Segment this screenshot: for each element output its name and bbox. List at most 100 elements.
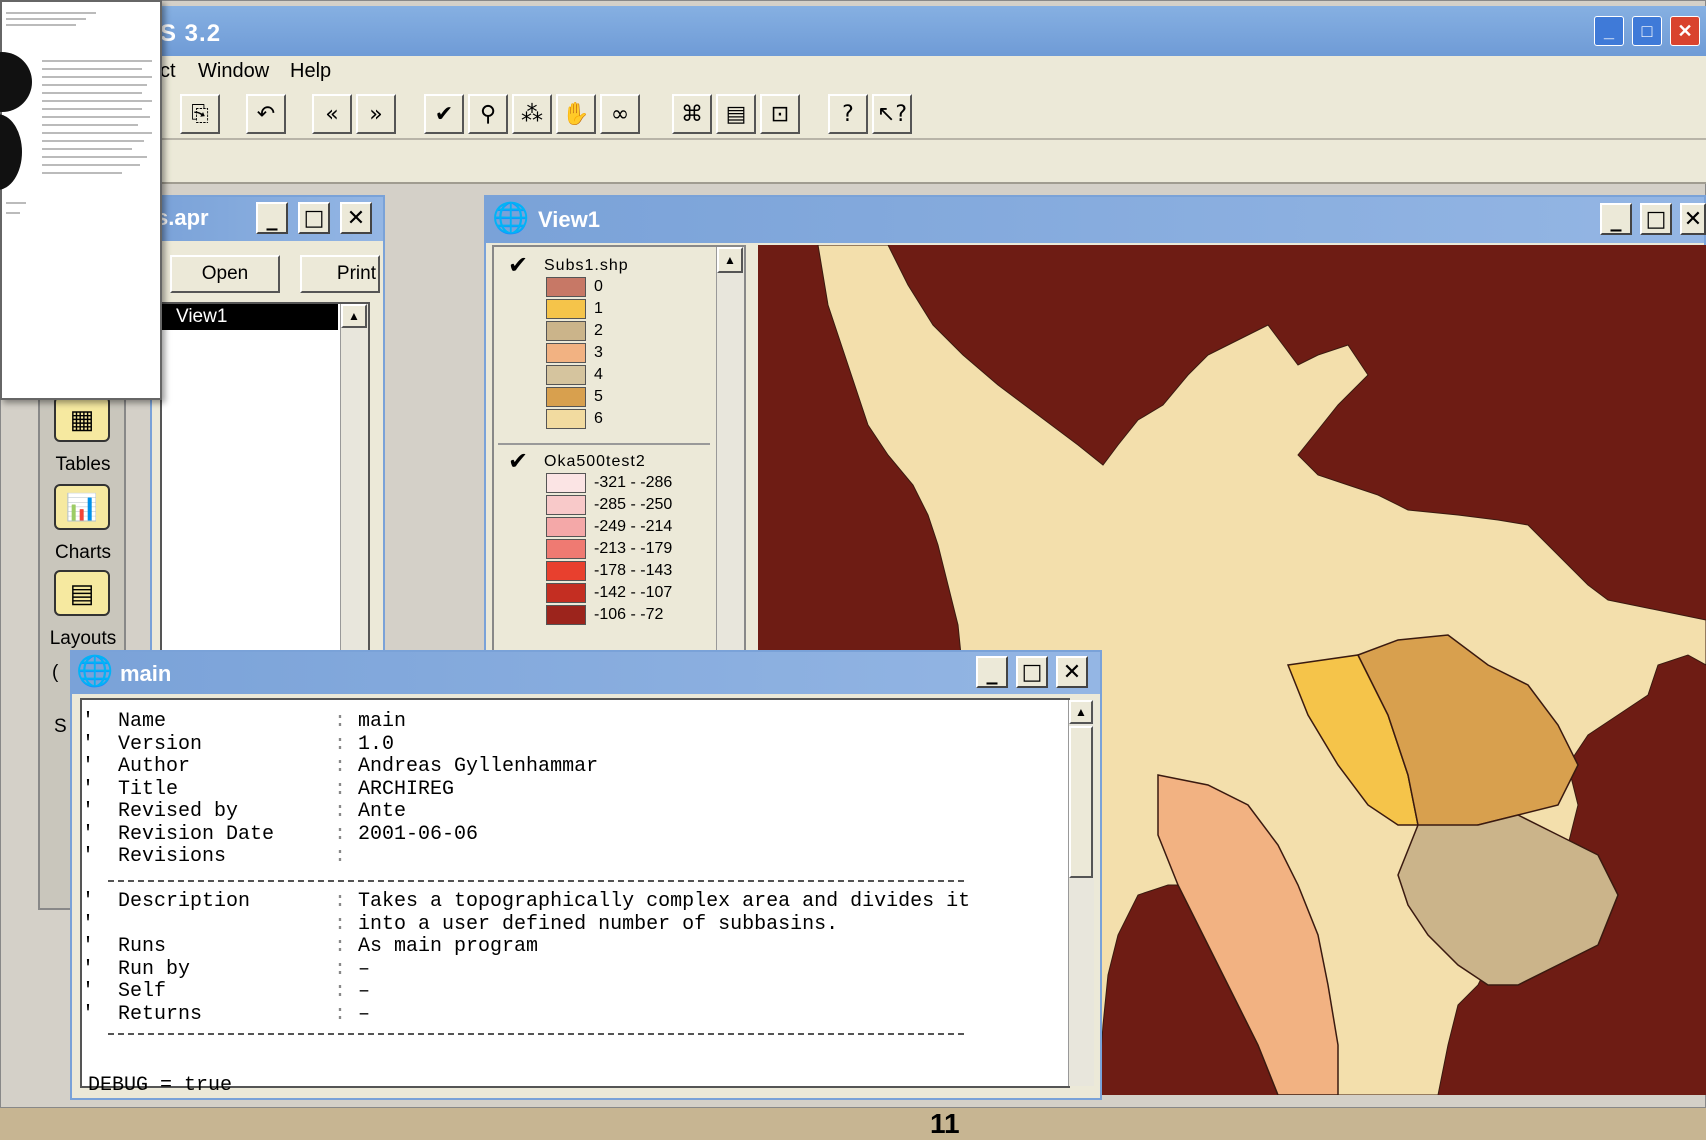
open-button[interactable]: Open bbox=[170, 255, 280, 293]
menu-window[interactable]: Window bbox=[198, 60, 269, 83]
menu-help[interactable]: Help bbox=[290, 60, 331, 83]
walk-icon[interactable]: ⚲ bbox=[468, 94, 508, 134]
minimize-button[interactable]: _ bbox=[256, 202, 288, 234]
globe-icon: 🌐 bbox=[492, 202, 530, 235]
thumb-text-line bbox=[42, 148, 132, 150]
thumb-text-line bbox=[42, 68, 142, 70]
project-doc-list[interactable] bbox=[160, 302, 370, 652]
open-icon[interactable]: ▤ bbox=[716, 94, 756, 134]
separator: : bbox=[334, 710, 359, 733]
scripts-label-partial: S bbox=[54, 716, 67, 737]
charts-label: Charts bbox=[55, 542, 111, 563]
header-value: ARCHIREG bbox=[358, 777, 455, 801]
legend-swatch bbox=[546, 473, 586, 493]
legend-swatch bbox=[546, 277, 586, 297]
document-thumbnail bbox=[0, 0, 162, 400]
legend-class-label: 5 bbox=[594, 388, 603, 405]
check-icon[interactable]: ✔ bbox=[424, 94, 464, 134]
comment-divider bbox=[108, 1033, 964, 1035]
theme-name[interactable]: Subs1.shp bbox=[544, 257, 629, 275]
header-value: – bbox=[358, 1002, 371, 1026]
maximize-button[interactable]: □ bbox=[1632, 16, 1662, 46]
header-key: Revisions bbox=[118, 845, 227, 868]
separator: : bbox=[334, 822, 359, 846]
script-title: main bbox=[120, 661, 172, 686]
code-line: ' Name: main bbox=[82, 710, 406, 733]
thumb-text-line bbox=[42, 108, 142, 110]
context-help-icon[interactable]: ↖? bbox=[872, 94, 912, 134]
code-line: ' Title: ARCHIREG bbox=[82, 778, 454, 801]
scroll-up-icon[interactable]: ▲ bbox=[1069, 700, 1093, 724]
scripts-icon-partial[interactable]: ( bbox=[52, 662, 58, 684]
menu-script[interactable]: ct bbox=[160, 60, 176, 83]
properties-icon[interactable]: ⌘ bbox=[672, 94, 712, 134]
separator: : bbox=[334, 1002, 359, 1026]
minimize-button[interactable]: _ bbox=[976, 656, 1008, 688]
view-icon[interactable]: ⊡ bbox=[760, 94, 800, 134]
close-button[interactable]: ✕ bbox=[1680, 203, 1706, 235]
header-key: Revised by bbox=[118, 800, 239, 823]
comment-marker: ' bbox=[82, 935, 119, 958]
help-icon[interactable]: ? bbox=[828, 94, 868, 134]
header-value: into a user defined number of subbasins. bbox=[358, 912, 839, 936]
charts-icon[interactable]: 📊 bbox=[54, 484, 110, 530]
comment-marker: ' bbox=[82, 777, 119, 801]
hand-icon[interactable]: ✋ bbox=[556, 94, 596, 134]
legend-class-label: -142 - -107 bbox=[594, 584, 673, 601]
legend-swatch bbox=[546, 583, 586, 603]
print-button[interactable]: Print bbox=[300, 255, 380, 293]
maximize-button[interactable]: □ bbox=[298, 202, 330, 234]
code-line: ' Returns: – bbox=[82, 1003, 370, 1026]
minimize-button[interactable]: _ bbox=[1594, 16, 1624, 46]
header-key: Run by bbox=[118, 957, 191, 981]
scroll-thumb[interactable] bbox=[1069, 726, 1093, 878]
link-icon[interactable]: ∞ bbox=[600, 94, 640, 134]
close-button[interactable]: ✕ bbox=[1670, 16, 1700, 46]
header-key: Name bbox=[118, 710, 167, 733]
thumb-text-line bbox=[6, 18, 86, 20]
code-line: ' Runs: As main program bbox=[82, 935, 538, 958]
separator: : bbox=[334, 777, 359, 801]
script-editor[interactable]: ' Name: main ' Version: 1.0 ' Author: Andr… bbox=[80, 698, 1070, 1097]
scroll-up-icon[interactable]: ▲ bbox=[341, 304, 367, 328]
thumb-text-line bbox=[6, 202, 26, 204]
next-icon[interactable]: » bbox=[356, 94, 396, 134]
button-bar bbox=[0, 140, 1706, 184]
scroll-up-icon[interactable]: ▲ bbox=[717, 247, 743, 273]
thumb-text-line bbox=[42, 140, 144, 142]
theme-name[interactable]: Oka500test2 bbox=[544, 453, 646, 471]
thumb-text-line bbox=[6, 12, 96, 14]
close-button[interactable]: ✕ bbox=[1056, 656, 1088, 688]
header-key: Self bbox=[118, 980, 167, 1003]
step-icon[interactable]: ⁂ bbox=[512, 94, 552, 134]
comment-marker: ' bbox=[82, 1002, 119, 1026]
maximize-button[interactable]: □ bbox=[1016, 656, 1048, 688]
close-button[interactable]: ✕ bbox=[340, 202, 372, 234]
legend-class-label: -213 - -179 bbox=[594, 540, 673, 557]
list-scrollbar[interactable]: ▲ bbox=[340, 304, 368, 650]
table-of-contents[interactable]: ▲ ✔ Subs1.shp 0 1 2 3 4 5 6 ✔ Oka500test2 -321 - -2… bbox=[492, 245, 746, 705]
theme-visible-checkbox[interactable]: ✔ bbox=[508, 447, 528, 475]
separator: : bbox=[334, 912, 359, 936]
code-line: ' Revisions: bbox=[82, 845, 358, 868]
theme-visible-checkbox[interactable]: ✔ bbox=[508, 251, 528, 279]
legend-class-label: 4 bbox=[594, 366, 603, 383]
header-value: 1.0 bbox=[358, 732, 395, 756]
minimize-button[interactable]: _ bbox=[1600, 203, 1632, 235]
thumb-figure bbox=[0, 114, 22, 190]
clipboard-icon[interactable]: ⎘ bbox=[180, 94, 220, 134]
legend-class-label: 3 bbox=[594, 344, 603, 361]
editor-scrollbar[interactable]: ▲ bbox=[1068, 700, 1094, 1086]
maximize-button[interactable]: □ bbox=[1640, 203, 1672, 235]
layouts-icon[interactable]: ▤ bbox=[54, 570, 110, 616]
page-number: 11 bbox=[930, 1108, 960, 1139]
tables-icon[interactable]: ▦ bbox=[54, 396, 110, 442]
legend-class-label: -285 - -250 bbox=[594, 496, 673, 513]
separator: : bbox=[334, 890, 359, 913]
undo-icon[interactable]: ↶ bbox=[246, 94, 286, 134]
list-item-view1[interactable]: View1 bbox=[162, 304, 338, 330]
header-key: Runs bbox=[118, 935, 167, 958]
prev-icon[interactable]: « bbox=[312, 94, 352, 134]
toc-scrollbar[interactable]: ▲ bbox=[716, 247, 744, 703]
project-titlebar: s.apr _ □ ✕ bbox=[152, 197, 383, 241]
